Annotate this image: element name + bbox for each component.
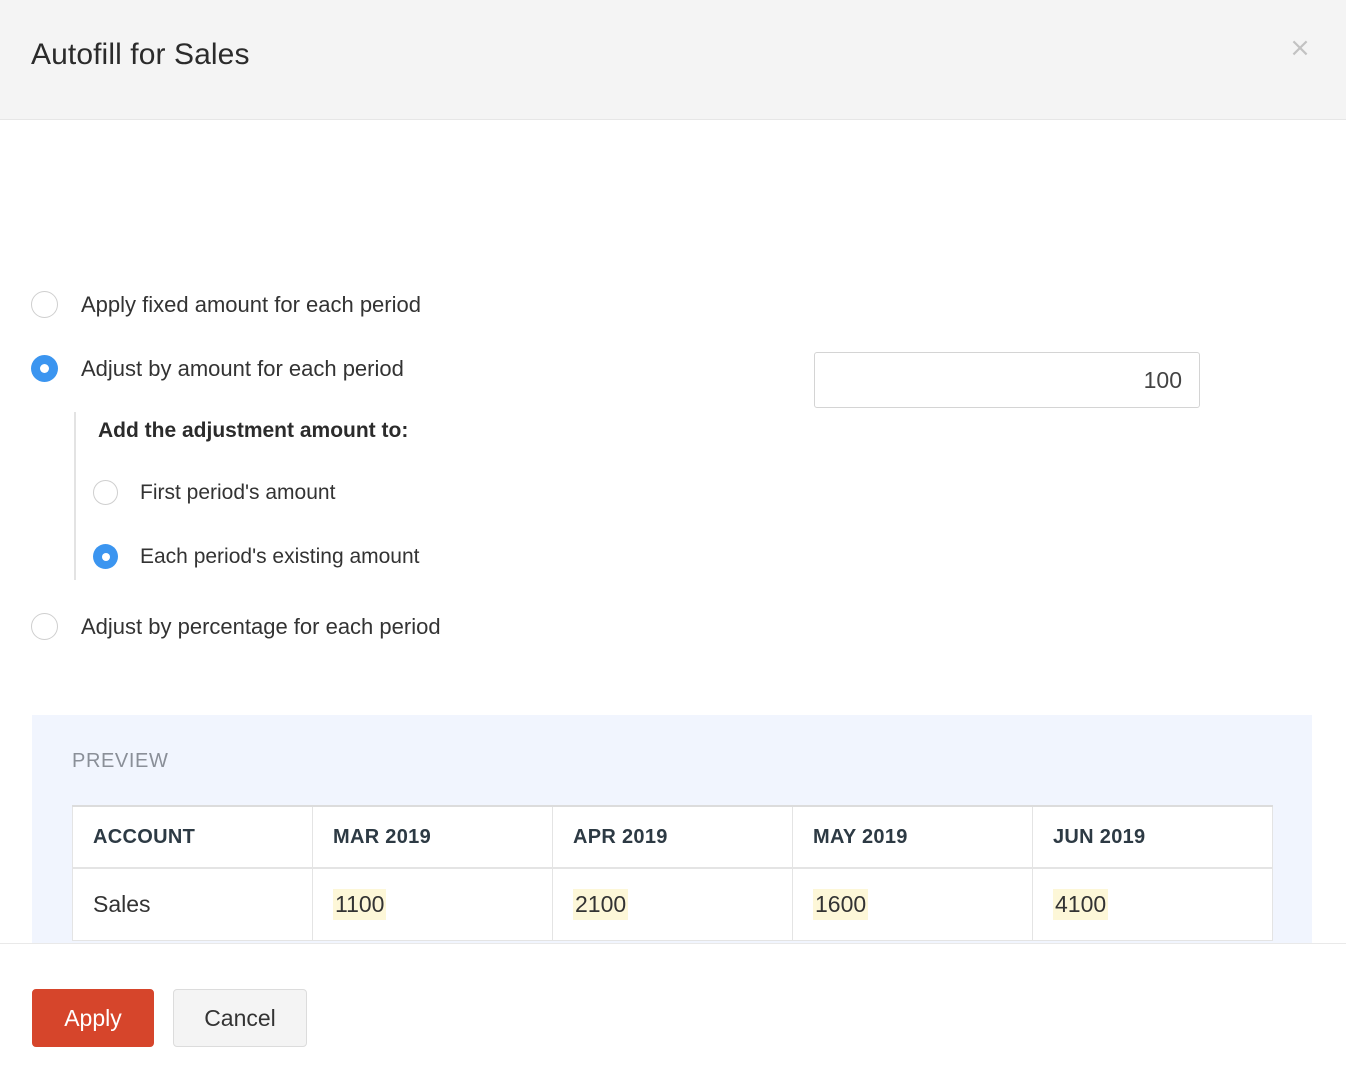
dialog-header: Autofill for Sales × [0, 0, 1346, 120]
column-header-apr-2019: APR 2019 [553, 806, 793, 868]
column-header-account: ACCOUNT [73, 806, 313, 868]
close-icon[interactable]: × [1284, 32, 1316, 64]
cell-value-highlight: 1600 [813, 889, 868, 920]
cell-may-2019: 1600 [793, 868, 1033, 940]
radio-option-adjust-by-percentage-label: Adjust by percentage for each period [81, 614, 441, 640]
nested-group-title: Add the adjustment amount to: [98, 419, 408, 443]
column-header-may-2019: MAY 2019 [793, 806, 1033, 868]
radio-fixed-amount-icon[interactable] [31, 291, 58, 318]
radio-option-adjust-by-amount[interactable]: Adjust by amount for each period [31, 355, 404, 382]
cancel-button[interactable]: Cancel [173, 989, 307, 1047]
adjustment-amount-input[interactable] [814, 352, 1200, 408]
preview-table: ACCOUNT MAR 2019 APR 2019 MAY 2019 JUN 2… [72, 805, 1273, 941]
column-header-jun-2019: JUN 2019 [1033, 806, 1273, 868]
table-row: Sales 1100 2100 1600 4100 [73, 868, 1273, 940]
radio-option-first-period[interactable]: First period's amount [93, 480, 335, 505]
radio-option-each-period-label: Each period's existing amount [140, 545, 420, 569]
cell-mar-2019: 1100 [313, 868, 553, 940]
radio-adjust-by-amount-icon[interactable] [31, 355, 58, 382]
cell-account-name: Sales [73, 868, 313, 940]
table-header-row: ACCOUNT MAR 2019 APR 2019 MAY 2019 JUN 2… [73, 806, 1273, 868]
radio-option-fixed-amount[interactable]: Apply fixed amount for each period [31, 291, 421, 318]
radio-option-first-period-label: First period's amount [140, 481, 335, 505]
radio-option-adjust-by-amount-label: Adjust by amount for each period [81, 356, 404, 382]
autofill-dialog: Autofill for Sales × Apply fixed amount … [0, 0, 1346, 1080]
apply-button[interactable]: Apply [32, 989, 154, 1047]
page-title: Autofill for Sales [31, 38, 250, 72]
radio-option-fixed-amount-label: Apply fixed amount for each period [81, 292, 421, 318]
cell-value-highlight: 1100 [333, 889, 386, 920]
radio-option-adjust-by-percentage[interactable]: Adjust by percentage for each period [31, 613, 441, 640]
preview-label: PREVIEW [72, 750, 168, 773]
cell-apr-2019: 2100 [553, 868, 793, 940]
cell-jun-2019: 4100 [1033, 868, 1273, 940]
radio-option-each-period[interactable]: Each period's existing amount [93, 544, 420, 569]
radio-adjust-by-percentage-icon[interactable] [31, 613, 58, 640]
radio-each-period-icon[interactable] [93, 544, 118, 569]
cell-value-highlight: 2100 [573, 889, 628, 920]
cell-value-highlight: 4100 [1053, 889, 1108, 920]
column-header-mar-2019: MAR 2019 [313, 806, 553, 868]
dialog-footer: Apply Cancel [0, 943, 1346, 1080]
dialog-body: Apply fixed amount for each period Adjus… [0, 120, 1346, 1080]
radio-first-period-icon[interactable] [93, 480, 118, 505]
